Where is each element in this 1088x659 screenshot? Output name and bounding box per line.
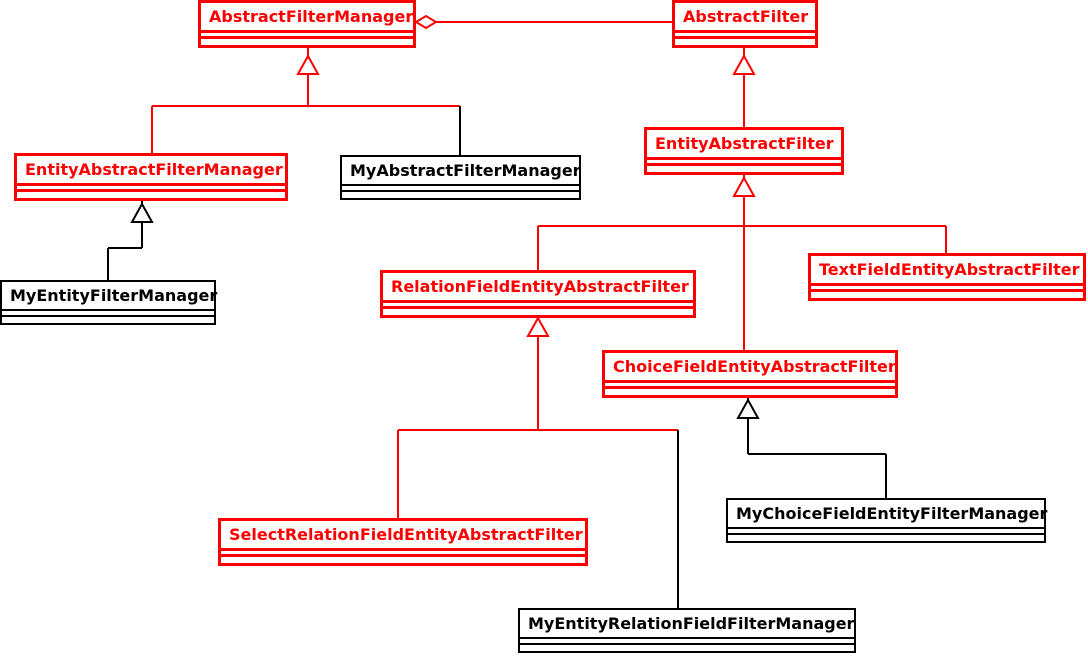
class-name: AbstractFilterManager [201,3,413,33]
class-name: EntityAbstractFilter [647,130,841,160]
class-name: EntityAbstractFilterManager [17,156,285,186]
class-name: ChoiceFieldEntityAbstractFilter [605,353,895,383]
compartment [383,309,693,315]
compartment [342,192,579,198]
class-name: MyAbstractFilterManager [342,157,579,186]
edge-gen-afm-children [152,46,460,155]
class-name: RelationFieldEntityAbstractFilter [383,273,693,303]
class-abstract-filter: AbstractFilter [672,0,818,48]
class-entity-abstract-filter-manager: EntityAbstractFilterManager [14,153,288,201]
compartment [2,317,214,323]
class-name: MyEntityFilterManager [2,282,214,311]
compartment [811,292,1083,298]
compartment [520,645,854,651]
class-text-field-entity-abstract-filter: TextFieldEntityAbstractFilter [808,253,1086,301]
compartment [605,389,895,395]
edge-gen-af-eaf [734,46,754,127]
compartment [675,39,815,45]
uml-class-diagram: AbstractFilterManager AbstractFilter Ent… [0,0,1088,659]
compartment [647,166,841,172]
edge-aggregation-afm-af [416,16,672,28]
class-relation-field-entity-abstract-filter: RelationFieldEntityAbstractFilter [380,270,696,318]
class-my-entity-filter-manager: MyEntityFilterManager [0,280,216,325]
class-name: TextFieldEntityAbstractFilter [811,256,1083,286]
class-my-choice-field-entity-filter-manager: MyChoiceFieldEntityFilterManager [726,498,1046,543]
edge-gen-cfeaf-mcfefm [738,395,886,498]
class-abstract-filter-manager: AbstractFilterManager [198,0,416,48]
class-name: MyEntityRelationFieldFilterManager [520,610,854,639]
class-select-relation-field-entity-abstract-filter: SelectRelationFieldEntityAbstractFilter [218,518,588,566]
compartment [221,557,585,563]
class-name: AbstractFilter [675,3,815,33]
class-my-entity-relation-field-filter-manager: MyEntityRelationFieldFilterManager [518,608,856,653]
class-name: SelectRelationFieldEntityAbstractFilter [221,521,585,551]
class-my-abstract-filter-manager: MyAbstractFilterManager [340,155,581,200]
edge-gen-eafm-mefm [108,198,152,280]
class-choice-field-entity-abstract-filter: ChoiceFieldEntityAbstractFilter [602,350,898,398]
class-name: MyChoiceFieldEntityFilterManager [728,500,1044,529]
compartment [728,535,1044,541]
compartment [201,39,413,45]
compartment [17,192,285,198]
class-entity-abstract-filter: EntityAbstractFilter [644,127,844,175]
